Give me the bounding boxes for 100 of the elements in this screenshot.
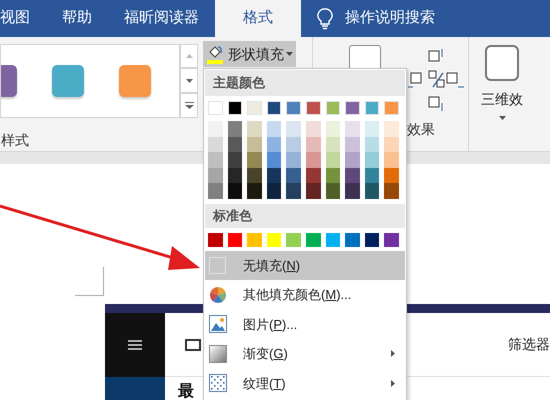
menu-item-label: 纹理(T) bbox=[243, 374, 287, 393]
shadow-direction-icons-drawing[interactable] bbox=[407, 47, 467, 113]
empty-swatch-icon bbox=[209, 256, 226, 274]
color-swatch[interactable] bbox=[326, 136, 340, 152]
color-swatch[interactable] bbox=[228, 136, 242, 152]
ribbon-tab[interactable]: 视图 bbox=[0, 0, 46, 37]
color-swatch[interactable] bbox=[345, 168, 360, 183]
color-swatch[interactable] bbox=[384, 232, 399, 246]
menu-item[interactable]: 图片(P)... bbox=[205, 310, 405, 339]
color-swatch[interactable] bbox=[228, 183, 242, 198]
color-swatch[interactable] bbox=[208, 232, 223, 246]
color-swatch[interactable] bbox=[326, 152, 340, 168]
color-swatch[interactable] bbox=[286, 136, 301, 152]
window-icon bbox=[185, 338, 201, 350]
color-swatch[interactable] bbox=[286, 121, 301, 136]
3d-cube-icon[interactable] bbox=[485, 45, 519, 81]
color-swatch[interactable] bbox=[384, 168, 399, 183]
menu-item[interactable]: 渐变(G) bbox=[205, 339, 405, 368]
color-swatch[interactable] bbox=[345, 183, 360, 198]
color-swatch[interactable] bbox=[306, 136, 321, 152]
color-swatch[interactable] bbox=[384, 152, 399, 168]
color-swatch[interactable] bbox=[345, 136, 360, 152]
color-swatch[interactable] bbox=[384, 136, 399, 152]
color-swatch[interactable] bbox=[364, 168, 380, 183]
shape-fill-button[interactable]: 形状填充 bbox=[203, 41, 296, 67]
color-swatch[interactable] bbox=[266, 152, 282, 168]
color-swatch[interactable] bbox=[208, 183, 223, 198]
color-swatch[interactable] bbox=[228, 232, 242, 246]
color-swatch[interactable] bbox=[286, 101, 301, 115]
color-swatch[interactable] bbox=[266, 232, 282, 246]
color-swatch[interactable] bbox=[286, 168, 301, 183]
color-swatch[interactable] bbox=[306, 101, 321, 115]
color-swatch[interactable] bbox=[384, 101, 399, 115]
color-swatch[interactable] bbox=[266, 136, 282, 152]
color-swatch[interactable] bbox=[266, 101, 282, 115]
menu-item[interactable]: 纹理(T) bbox=[205, 368, 405, 398]
color-swatch[interactable] bbox=[364, 101, 380, 115]
shape-style-swatch[interactable] bbox=[119, 65, 151, 97]
color-swatch[interactable] bbox=[247, 101, 262, 115]
color-swatch[interactable] bbox=[208, 101, 223, 115]
color-swatch[interactable] bbox=[384, 183, 399, 198]
color-swatch[interactable] bbox=[326, 183, 340, 198]
color-swatch[interactable] bbox=[364, 121, 380, 136]
color-swatch[interactable] bbox=[247, 168, 262, 183]
heading-text: 最 bbox=[178, 382, 194, 400]
3d-effects-label[interactable]: 三维效 bbox=[481, 89, 523, 110]
color-swatch[interactable] bbox=[326, 232, 340, 246]
color-swatch[interactable] bbox=[208, 121, 223, 136]
color-swatch[interactable] bbox=[306, 152, 321, 168]
color-swatch[interactable] bbox=[286, 232, 301, 246]
color-swatch[interactable] bbox=[208, 168, 223, 183]
color-swatch[interactable] bbox=[228, 152, 242, 168]
color-swatch[interactable] bbox=[228, 121, 242, 136]
shape-style-swatch[interactable] bbox=[52, 65, 84, 97]
color-swatch[interactable] bbox=[364, 232, 380, 246]
color-swatch[interactable] bbox=[345, 152, 360, 168]
color-swatch[interactable] bbox=[228, 168, 242, 183]
color-swatch[interactable] bbox=[266, 121, 282, 136]
color-swatch[interactable] bbox=[266, 183, 282, 198]
scroll-down-button[interactable] bbox=[180, 68, 198, 93]
gradient-icon bbox=[209, 344, 227, 363]
color-swatch[interactable] bbox=[247, 183, 262, 198]
color-swatch[interactable] bbox=[247, 121, 262, 136]
color-swatch[interactable] bbox=[306, 121, 321, 136]
section-header: 主题颜色 bbox=[205, 70, 405, 96]
ribbon-tab[interactable]: 格式 bbox=[215, 0, 301, 37]
picture-icon bbox=[209, 315, 227, 334]
color-swatch[interactable] bbox=[364, 152, 380, 168]
color-swatch[interactable] bbox=[247, 136, 262, 152]
color-wheel-icon bbox=[209, 286, 227, 304]
search-label[interactable]: 操作说明搜索 bbox=[345, 7, 435, 30]
color-swatch[interactable] bbox=[286, 183, 301, 198]
color-swatch[interactable] bbox=[306, 183, 321, 198]
color-swatch[interactable] bbox=[266, 168, 282, 183]
color-swatch[interactable] bbox=[247, 232, 262, 246]
ribbon-tab[interactable]: 福昕阅读器 bbox=[108, 0, 215, 37]
ribbon-tab[interactable]: 帮助 bbox=[46, 0, 108, 37]
color-swatch[interactable] bbox=[247, 152, 262, 168]
menu-icon[interactable] bbox=[128, 340, 142, 350]
color-swatch[interactable] bbox=[286, 152, 301, 168]
color-swatch[interactable] bbox=[208, 136, 223, 152]
color-swatch[interactable] bbox=[345, 232, 360, 246]
menu-item[interactable]: 其他填充颜色(M)... bbox=[205, 280, 405, 310]
color-swatch[interactable] bbox=[326, 101, 340, 115]
color-swatch[interactable] bbox=[345, 101, 360, 115]
expand-gallery-button[interactable] bbox=[180, 93, 198, 118]
group-label: 样式 bbox=[1, 131, 29, 150]
caret-icon bbox=[498, 116, 506, 120]
color-swatch[interactable] bbox=[326, 168, 340, 183]
color-swatch[interactable] bbox=[208, 152, 223, 168]
menu-item-label: 无填充(N) bbox=[243, 256, 302, 275]
color-swatch[interactable] bbox=[306, 232, 321, 246]
color-swatch[interactable] bbox=[384, 121, 399, 136]
color-swatch[interactable] bbox=[326, 121, 340, 136]
color-swatch[interactable] bbox=[306, 168, 321, 183]
color-swatch[interactable] bbox=[364, 136, 380, 152]
color-swatch[interactable] bbox=[228, 101, 242, 115]
color-swatch[interactable] bbox=[364, 183, 380, 198]
menu-item[interactable]: 无填充(N) bbox=[205, 250, 405, 280]
color-swatch[interactable] bbox=[345, 121, 360, 136]
